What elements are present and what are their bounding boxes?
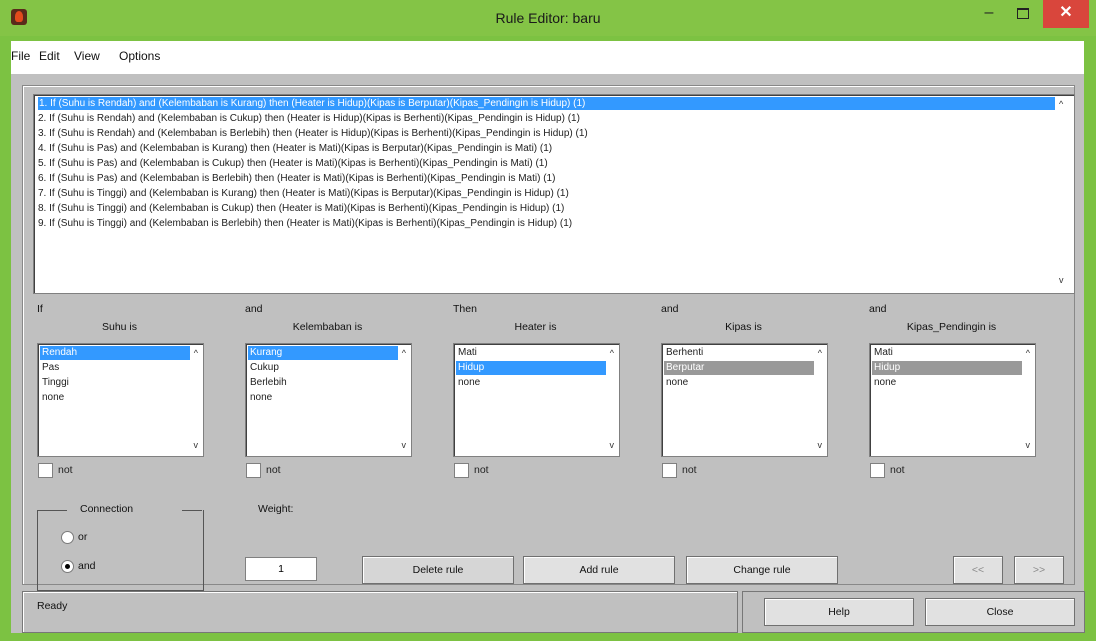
not-label: not xyxy=(58,464,73,476)
list-option[interactable]: none xyxy=(40,391,190,405)
column-title: Heater is xyxy=(514,321,557,333)
scroll-down-icon[interactable]: v xyxy=(194,440,199,450)
rule-item[interactable]: 1. If (Suhu is Rendah) and (Kelembaban i… xyxy=(38,97,1055,110)
scroll-up-icon[interactable]: ^ xyxy=(610,348,614,358)
not-checkbox[interactable] xyxy=(870,463,885,478)
list-option[interactable]: none xyxy=(664,376,814,390)
list-option[interactable]: Berhenti xyxy=(664,346,814,360)
rule-editor-window: Rule Editor: baru – ✕ File Edit View Opt… xyxy=(0,0,1096,641)
column-title: Kelembaban is xyxy=(292,321,363,333)
add-rule-button[interactable]: Add rule xyxy=(523,556,675,584)
menu-bar: File Edit View Options xyxy=(11,41,1084,75)
maximize-icon xyxy=(1017,8,1029,19)
list-option[interactable]: Kurang xyxy=(248,346,398,360)
and-radio[interactable] xyxy=(61,560,74,573)
not-label: not xyxy=(474,464,489,476)
list-option[interactable]: none xyxy=(248,391,398,405)
rule-item[interactable]: 4. If (Suhu is Pas) and (Kelembaban is K… xyxy=(38,142,552,155)
help-button[interactable]: Help xyxy=(764,598,914,626)
kelembaban-listbox[interactable]: Kurang Cukup Berlebih none ^ v xyxy=(245,343,412,457)
list-option[interactable]: Hidup xyxy=(456,361,606,375)
menu-file[interactable]: File xyxy=(11,49,30,63)
list-option[interactable]: Berputar xyxy=(664,361,814,375)
scroll-down-icon[interactable]: v xyxy=(1026,440,1031,450)
not-checkbox[interactable] xyxy=(454,463,469,478)
scroll-down-icon[interactable]: v xyxy=(818,440,823,450)
not-checkbox[interactable] xyxy=(246,463,261,478)
window-title: Rule Editor: baru xyxy=(495,10,601,26)
heater-listbox[interactable]: Mati Hidup none ^ v xyxy=(453,343,620,457)
rule-item[interactable]: 7. If (Suhu is Tinggi) and (Kelembaban i… xyxy=(38,187,569,200)
rule-item[interactable]: 2. If (Suhu is Rendah) and (Kelembaban i… xyxy=(38,112,580,125)
rule-item[interactable]: 8. If (Suhu is Tinggi) and (Kelembaban i… xyxy=(38,202,564,215)
minimize-button[interactable]: – xyxy=(974,0,1004,28)
list-option[interactable]: none xyxy=(872,376,1022,390)
not-label: not xyxy=(266,464,281,476)
weight-label: Weight: xyxy=(258,503,294,515)
rule-item[interactable]: 3. If (Suhu is Rendah) and (Kelembaban i… xyxy=(38,127,588,140)
column-prefix: If xyxy=(37,303,43,315)
group-border xyxy=(182,510,202,511)
kipas-listbox[interactable]: Berhenti Berputar none ^ v xyxy=(661,343,828,457)
prev-rule-button[interactable]: << xyxy=(953,556,1003,584)
and-label: and xyxy=(78,560,96,572)
title-bar: Rule Editor: baru – ✕ xyxy=(0,0,1096,36)
menu-edit[interactable]: Edit xyxy=(39,49,60,63)
column-prefix: Then xyxy=(453,303,477,315)
status-text: Ready xyxy=(37,600,68,612)
scroll-up-icon[interactable]: ^ xyxy=(1026,348,1030,358)
status-bar: Ready xyxy=(22,591,738,633)
not-checkbox[interactable] xyxy=(662,463,677,478)
rule-item[interactable]: 5. If (Suhu is Pas) and (Kelembaban is C… xyxy=(38,157,548,170)
rules-list[interactable]: 1. If (Suhu is Rendah) and (Kelembaban i… xyxy=(33,94,1075,294)
list-option[interactable]: Cukup xyxy=(248,361,398,375)
list-option[interactable]: Pas xyxy=(40,361,190,375)
column-prefix: and xyxy=(661,303,679,315)
column-title: Kipas_Pendingin is xyxy=(906,321,997,333)
column-title: Suhu is xyxy=(101,321,138,333)
not-label: not xyxy=(682,464,697,476)
radio-selected-dot xyxy=(65,564,70,569)
rule-item[interactable]: 6. If (Suhu is Pas) and (Kelembaban is B… xyxy=(38,172,555,185)
list-option[interactable]: Berlebih xyxy=(248,376,398,390)
close-window-button[interactable]: ✕ xyxy=(1043,0,1089,28)
or-radio[interactable] xyxy=(61,531,74,544)
scroll-up-icon[interactable]: ^ xyxy=(194,348,198,358)
delete-rule-button[interactable]: Delete rule xyxy=(362,556,514,584)
list-option[interactable]: Mati xyxy=(872,346,1022,360)
scroll-down-icon[interactable]: v xyxy=(1059,275,1064,285)
suhu-listbox[interactable]: Rendah Pas Tinggi none ^ v xyxy=(37,343,204,457)
connection-group xyxy=(37,510,204,591)
kipas-pendingin-listbox[interactable]: Mati Hidup none ^ v xyxy=(869,343,1036,457)
rule-item[interactable]: 9. If (Suhu is Tinggi) and (Kelembaban i… xyxy=(38,217,572,230)
scroll-up-icon[interactable]: ^ xyxy=(818,348,822,358)
column-prefix: and xyxy=(869,303,887,315)
list-option[interactable]: Tinggi xyxy=(40,376,190,390)
not-label: not xyxy=(890,464,905,476)
menu-view[interactable]: View xyxy=(74,49,100,63)
column-prefix: and xyxy=(245,303,263,315)
column-title: Kipas is xyxy=(725,321,762,333)
change-rule-button[interactable]: Change rule xyxy=(686,556,838,584)
next-rule-button[interactable]: >> xyxy=(1014,556,1064,584)
scroll-up-icon[interactable]: ^ xyxy=(1059,99,1063,109)
weight-input[interactable]: 1 xyxy=(245,557,317,581)
maximize-button[interactable] xyxy=(1008,0,1038,28)
list-option[interactable]: none xyxy=(456,376,606,390)
list-option[interactable]: Hidup xyxy=(872,361,1022,375)
scroll-up-icon[interactable]: ^ xyxy=(402,348,406,358)
list-option[interactable]: Rendah xyxy=(40,346,190,360)
group-border xyxy=(37,510,67,511)
menu-options[interactable]: Options xyxy=(119,49,160,63)
list-option[interactable]: Mati xyxy=(456,346,606,360)
scroll-down-icon[interactable]: v xyxy=(610,440,615,450)
connection-title: Connection xyxy=(80,503,134,515)
scroll-down-icon[interactable]: v xyxy=(402,440,407,450)
not-checkbox[interactable] xyxy=(38,463,53,478)
close-button[interactable]: Close xyxy=(925,598,1075,626)
or-label: or xyxy=(78,531,88,543)
